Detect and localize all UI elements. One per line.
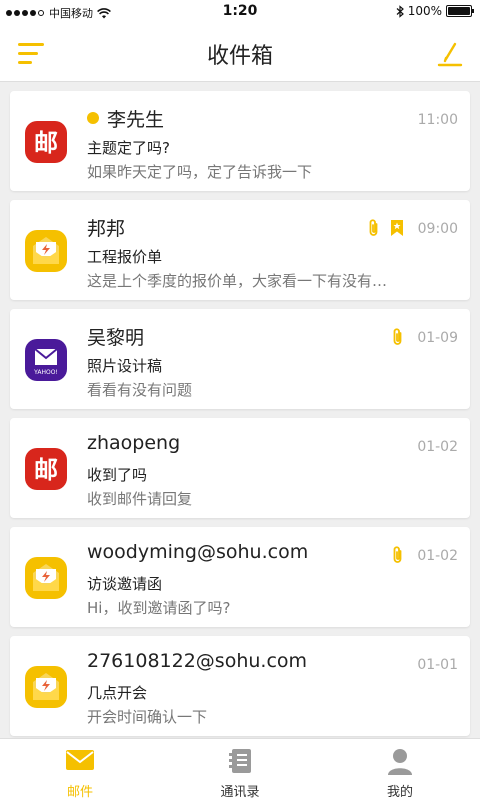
tab-label: 通讯录 (220, 785, 260, 800)
mail-meta-icons (391, 545, 404, 569)
tab-label: 我的 (386, 785, 413, 800)
attachment-clip-icon (367, 218, 380, 242)
attachment-clip-icon (391, 545, 404, 569)
nav-bar: 收件箱 (0, 24, 480, 82)
compose-button[interactable] (436, 38, 464, 68)
yellow-envelope-icon (24, 665, 68, 709)
mail-list[interactable]: 邮 李先生主题定了吗? 如果昨天定了吗，定了告诉我一下 11:00 邦邦工程报价单这是上… (0, 82, 480, 738)
yellow-envelope-icon (24, 229, 68, 273)
mail-item[interactable]: 邮 zhaopeng 收到了吗收到邮件请回复 01-02 (10, 418, 470, 518)
tab-contacts[interactable]: 通讯录 (160, 739, 320, 800)
mail-meta-icons (391, 327, 404, 351)
battery-percent: 100% (407, 4, 442, 18)
mail-sender-name: 李先生 (107, 109, 165, 131)
netease-logo-text: 邮 (34, 129, 58, 157)
mail-subject: 收到了吗 (87, 466, 148, 484)
mail-time: 01-01 (417, 657, 458, 673)
mail-sender: zhaopeng (87, 432, 180, 454)
netease-mail-icon: 邮 (24, 120, 68, 164)
mail-sender-name: zhaopeng (87, 432, 181, 454)
contacts-book-icon (229, 749, 251, 773)
page-title: 收件箱 (206, 44, 273, 69)
bookmark-flag-icon[interactable] (390, 219, 404, 241)
mail-sender-name: woodyming@sohu.com (87, 541, 309, 563)
mail-item[interactable]: 邮 李先生主题定了吗? 如果昨天定了吗，定了告诉我一下 11:00 (10, 91, 470, 191)
mail-sender: woodyming@sohu.com (87, 541, 308, 563)
tab-profile[interactable]: 我的 (320, 739, 480, 800)
tab-mail[interactable]: 邮件 (0, 739, 160, 800)
mail-time: 01-02 (417, 439, 458, 455)
mail-subject: 几点开会 (87, 684, 148, 702)
mail-sender-name: 276108122@sohu.com (87, 650, 308, 672)
mail-sender: 吴黎明 (87, 323, 144, 350)
tab-label: 邮件 (66, 785, 93, 800)
yahoo-logo-text: YAHOO! (33, 369, 58, 376)
mail-preview: 看看有没有问题 (87, 381, 193, 399)
mail-subject: 照片设计稿 (87, 357, 163, 375)
mail-time: 01-02 (417, 548, 458, 564)
mail-time: 09:00 (417, 221, 458, 237)
mail-item[interactable]: 邦邦工程报价单这是上个季度的报价单，大家看一下有没有… 09:00 (10, 200, 470, 300)
mail-item[interactable]: YAHOO! 吴黎明照片设计稿看看有没有问题 01-09 (10, 309, 470, 409)
mail-subject: 工程报价单 (87, 248, 163, 266)
yellow-envelope-icon (24, 556, 68, 600)
mail-time: 11:00 (417, 112, 458, 128)
mail-sender: 276108122@sohu.com (87, 650, 307, 672)
mail-item[interactable]: 276108122@sohu.com 几点开会开会时间确认一下 01-01 (10, 636, 470, 736)
battery-fill (448, 7, 470, 15)
compose-pen-icon (437, 42, 463, 67)
mail-meta-icons (367, 218, 404, 242)
status-bar: 中国移动 1:20 100% (0, 0, 480, 24)
mail-sender: 邦邦 (87, 214, 125, 241)
bluetooth-icon (396, 4, 404, 18)
mail-sender: 李先生 (87, 105, 164, 132)
netease-logo-text: 邮 (34, 456, 58, 484)
mail-sender-name: 吴黎明 (87, 327, 145, 349)
mail-subject: 主题定了吗? (87, 139, 170, 157)
tab-bar: 邮件 通讯录 我的 (0, 738, 480, 800)
battery-icon (446, 5, 474, 17)
mail-preview: 收到邮件请回复 (87, 490, 193, 508)
attachment-clip-icon (391, 327, 404, 351)
unread-dot-icon (87, 112, 99, 124)
mail-preview: 如果昨天定了吗，定了告诉我一下 (87, 163, 313, 181)
mail-item[interactable]: woodyming@sohu.com 访谈邀请函 Hi，收到邀请函了吗? 01-02 (10, 527, 470, 627)
status-right: 100% (396, 4, 474, 18)
mail-sender-name: 邦邦 (87, 218, 126, 240)
mail-preview: Hi，收到邀请函了吗? (87, 599, 231, 617)
netease-mail-icon: 邮 (24, 447, 68, 491)
mail-time: 01-09 (417, 330, 458, 346)
mail-preview: 开会时间确认一下 (87, 708, 208, 726)
mail-icon (66, 750, 94, 770)
mail-preview: 这是上个季度的报价单，大家看一下有没有… (87, 272, 388, 290)
profile-icon (388, 749, 412, 775)
mail-subject: 访谈邀请函 (87, 575, 163, 593)
yahoo-mail-icon: YAHOO! (24, 338, 68, 382)
